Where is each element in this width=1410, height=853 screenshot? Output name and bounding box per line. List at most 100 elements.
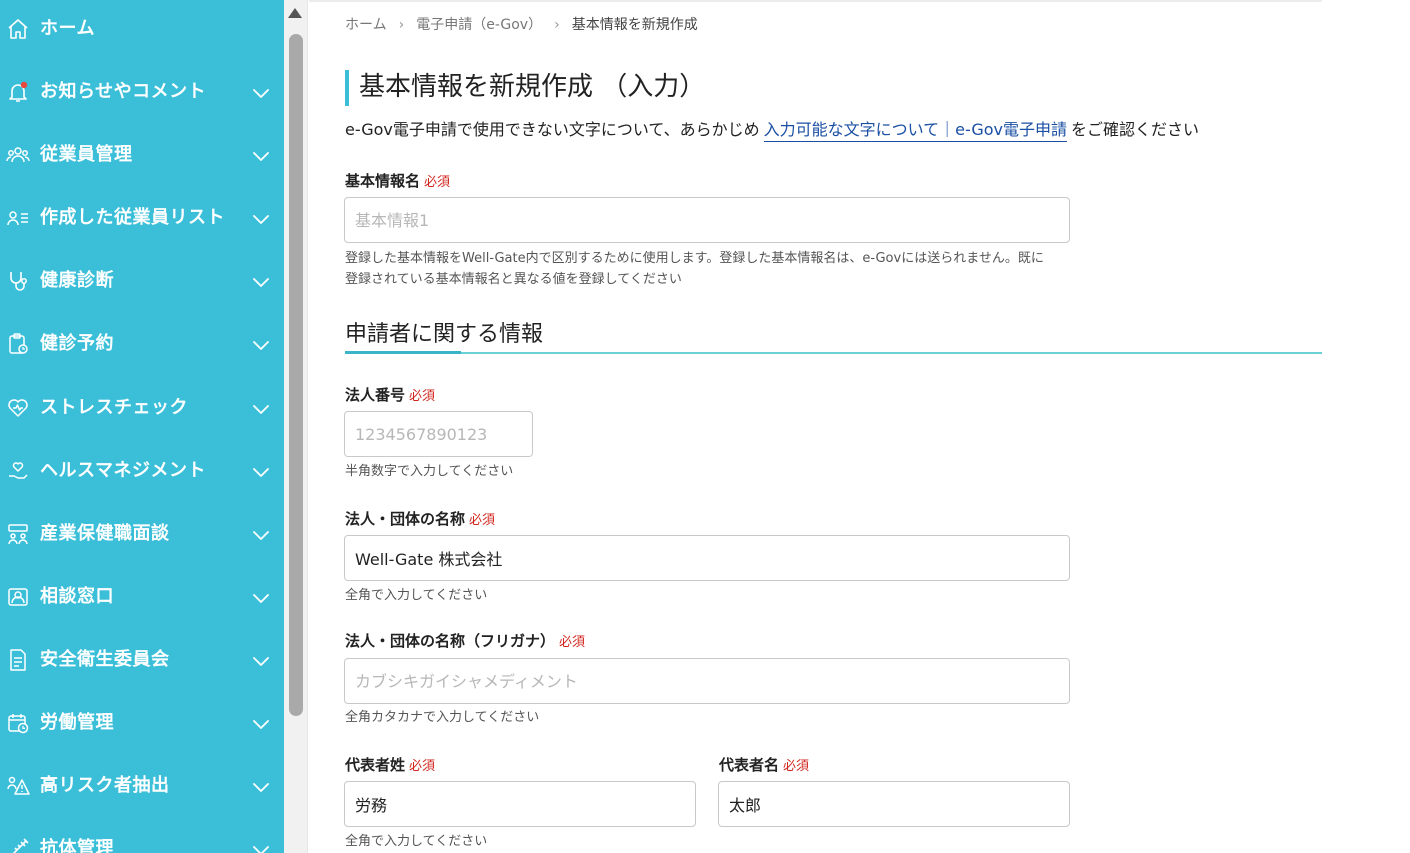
required-badge: 必須: [424, 175, 451, 190]
breadcrumb-home[interactable]: ホーム: [345, 17, 387, 33]
corporate-name-input[interactable]: [344, 535, 1070, 581]
sidebar-item[interactable]: ヘルスマネジメント: [0, 451, 284, 491]
bell-icon: [6, 80, 30, 104]
sidebar-item[interactable]: 相談窓口: [0, 577, 284, 617]
home-icon: [6, 17, 30, 41]
contact-icon: [6, 585, 30, 609]
users-icon: [6, 143, 30, 167]
sidebar-item[interactable]: 安全衛生委員会: [0, 640, 284, 680]
chevron-down-icon[interactable]: [250, 839, 272, 853]
sidebar-item[interactable]: 産業保健職面談: [0, 514, 284, 554]
sidebar-item-label: ヘルスマネジメント: [40, 460, 206, 481]
required-badge: 必須: [409, 759, 436, 774]
sidebar-item-label: 相談窓口: [40, 586, 114, 607]
sidebar-item-label: ストレスチェック: [40, 397, 188, 418]
rep-first-name-label-text: 代表者名: [719, 756, 780, 774]
chevron-down-icon[interactable]: [250, 713, 272, 735]
page-title: 基本情報を新規作成 （入力）: [359, 72, 706, 102]
rep-last-name-label-text: 代表者姓: [345, 756, 406, 774]
breadcrumb-separator: ›: [554, 17, 560, 33]
sidebar-item-label: ホーム: [40, 18, 95, 39]
chevron-down-icon[interactable]: [250, 776, 272, 798]
rep-first-name-label: 代表者名 必須: [719, 754, 809, 775]
intro-before: e-Gov電子申請で使用できない文字について、あらかじめ: [345, 120, 760, 139]
clipboard-icon: [6, 332, 30, 356]
sidebar-item[interactable]: お知らせやコメント: [0, 72, 284, 112]
sidebar-item-label: 抗体管理: [40, 838, 114, 853]
required-badge: 必須: [559, 635, 586, 650]
corporate-name-kana-hint: 全角カタカナで入力してください: [345, 710, 540, 725]
breadcrumb-egov[interactable]: 電子申請（e-Gov）: [416, 17, 542, 33]
basic-name-label-text: 基本情報名: [345, 172, 421, 190]
sidebar-item-label: 従業員管理: [40, 144, 133, 165]
corporate-name-label: 法人・団体の名称 必須: [345, 508, 495, 529]
applicant-section-title: 申請者に関する情報: [345, 322, 544, 347]
chevron-down-icon[interactable]: [250, 398, 272, 420]
chevron-down-icon[interactable]: [250, 650, 272, 672]
corporate-number-input[interactable]: [344, 411, 533, 457]
intro-after: をご確認ください: [1070, 120, 1199, 139]
sidebar-item[interactable]: 作成した従業員リスト: [0, 198, 284, 238]
sidebar-item-label: 高リスク者抽出: [40, 775, 170, 796]
section-divider-accent: [345, 351, 461, 354]
sidebar: ホームお知らせやコメント 従業員管理作成した従業員リスト健康診断健診予約ストレスチ…: [0, 0, 284, 853]
required-badge: 必須: [409, 389, 436, 404]
sidebar-item-label: 作成した従業員リスト: [40, 207, 225, 228]
chevron-down-icon[interactable]: [250, 461, 272, 483]
chevron-down-icon[interactable]: [250, 587, 272, 609]
chevron-down-icon[interactable]: [250, 145, 272, 167]
section-divider: [345, 352, 1322, 354]
hand-heart-icon: [6, 459, 30, 483]
document-icon: [6, 648, 30, 672]
required-badge: 必須: [469, 513, 496, 528]
syringe-icon: [6, 837, 30, 853]
sidebar-item[interactable]: 健康診断: [0, 261, 284, 301]
rep-last-name-input[interactable]: [344, 781, 696, 827]
sidebar-item-label: お知らせやコメント: [40, 81, 207, 102]
scroll-thumb[interactable]: [289, 34, 303, 716]
basic-name-hint: 登録した基本情報をWell-Gate内で区別するために使用します。登録した基本情…: [345, 251, 1044, 287]
sidebar-item[interactable]: 高リスク者抽出: [0, 766, 284, 806]
breadcrumb-separator: ›: [398, 17, 405, 33]
sidebar-item[interactable]: ストレスチェック: [0, 388, 284, 428]
rep-last-name-label: 代表者姓 必須: [345, 754, 435, 775]
corporate-name-kana-label-text: 法人・団体の名称（フリガナ）: [345, 632, 556, 650]
required-badge: 必須: [783, 759, 810, 774]
sidebar-item-label: 安全衛生委員会: [40, 649, 170, 670]
sidebar-item[interactable]: 抗体管理: [0, 829, 284, 853]
chevron-down-icon[interactable]: [250, 271, 272, 293]
sidebar-item[interactable]: 労働管理: [0, 703, 284, 743]
rep-first-name-input[interactable]: [718, 781, 1070, 827]
corporate-name-kana-label: 法人・団体の名称（フリガナ） 必須: [345, 630, 585, 651]
corporate-name-label-text: 法人・団体の名称: [345, 510, 466, 528]
sidebar-scrollbar[interactable]: [284, 0, 308, 853]
corporate-name-hint: 全角で入力してください: [345, 588, 488, 603]
sidebar-item-label: 健診予約: [40, 333, 114, 354]
user-list-icon: [6, 206, 30, 230]
corporate-number-label: 法人番号 必須: [345, 384, 435, 405]
meeting-icon: [6, 522, 30, 546]
corporate-number-hint: 半角数字で入力してください: [345, 464, 514, 479]
chevron-down-icon[interactable]: [250, 208, 272, 230]
main-content: ホーム › 電子申請（e-Gov） › 基本情報を新規作成 基本情報を新規作成 （入力）…: [309, 0, 1410, 853]
scroll-up-arrow[interactable]: [288, 8, 302, 18]
calendar-clock-icon: [6, 711, 30, 735]
corporate-name-kana-input[interactable]: [344, 658, 1070, 704]
basic-name-label: 基本情報名 必須: [345, 170, 450, 191]
corporate-number-label-text: 法人番号: [345, 386, 406, 404]
chevron-down-icon[interactable]: [250, 334, 272, 356]
sidebar-item[interactable]: 健診予約: [0, 324, 284, 364]
chevron-down-icon[interactable]: [250, 524, 272, 546]
breadcrumb-current: 基本情報を新規作成: [571, 17, 698, 33]
intro-text: e-Gov電子申請で使用できない文字について、あらかじめ 入力可能な文字について｜…: [345, 116, 1199, 142]
sidebar-item[interactable]: ホーム: [0, 9, 284, 49]
heart-icon: [6, 396, 30, 420]
chevron-down-icon[interactable]: [250, 82, 272, 104]
warning-person-icon: [6, 774, 30, 798]
basic-name-input[interactable]: [344, 197, 1070, 243]
allowed-characters-link[interactable]: 入力可能な文字について｜e-Gov電子申請: [763, 120, 1067, 142]
sidebar-item-label: 労働管理: [40, 712, 114, 733]
stethoscope-icon: [6, 269, 30, 293]
sidebar-item[interactable]: 従業員管理: [0, 135, 284, 175]
rep-last-name-hint: 全角で入力してください: [345, 834, 488, 849]
